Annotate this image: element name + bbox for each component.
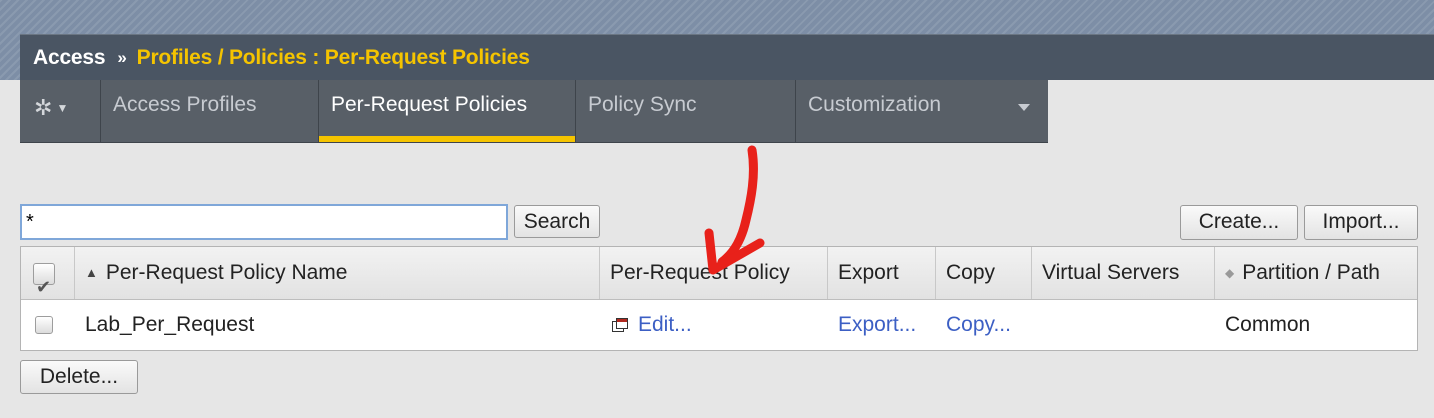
breadcrumb-current-page: Profiles / Policies : Per-Request Polici… [136,45,530,69]
edit-link[interactable]: Edit... [638,313,692,336]
chevron-down-icon: ▼ [56,101,69,115]
tab-label: Per-Request Policies [331,93,528,116]
select-all-checkbox[interactable]: ✔ [33,263,55,297]
select-all-cell: ✔ [21,247,75,299]
tab-access-profiles[interactable]: Access Profiles [100,80,318,142]
tab-label: Policy Sync [588,93,697,116]
column-header-label: Copy [946,261,996,284]
delete-button[interactable]: Delete... [20,360,138,394]
column-header-label: Export [838,261,899,284]
copy-link[interactable]: Copy... [936,300,1032,350]
column-header-label: Per-Request Policy [610,261,790,284]
import-button[interactable]: Import... [1304,205,1418,240]
table-header: ✔ ▲ Per-Request Policy Name Per-Request P… [21,247,1417,300]
row-checkbox[interactable] [35,316,53,334]
policy-name: Lab_Per_Request [85,313,255,336]
column-header-label: Per-Request Policy Name [105,261,348,284]
partition-value: Common [1225,313,1311,336]
column-header-policy: Per-Request Policy [600,247,828,299]
column-header-partition[interactable]: ◆ Partition / Path [1215,247,1417,299]
search-button[interactable]: Search [514,205,600,238]
breadcrumb-separator: » [117,47,127,67]
sort-icon: ◆ [1225,266,1235,280]
breadcrumb-root[interactable]: Access [33,46,106,70]
gear-icon: ✲ [34,95,53,120]
column-header-label: Partition / Path [1242,261,1380,284]
tab-label: Customization [808,93,942,116]
virtual-servers-value [1032,300,1215,350]
column-header-copy: Copy [936,247,1032,299]
policies-table: ✔ ▲ Per-Request Policy Name Per-Request P… [20,246,1418,351]
search-input[interactable] [20,204,508,240]
tab-per-request-policies[interactable]: Per-Request Policies [318,80,575,142]
edit-cell: Edit... [600,300,828,350]
column-header-label: Virtual Servers [1042,261,1180,284]
column-header-virtual-servers: Virtual Servers [1032,247,1215,299]
sort-ascending-icon: ▲ [85,265,98,280]
tab-policy-sync[interactable]: Policy Sync [575,80,795,142]
table-row: Lab_Per_Request Edit... Export... Copy..… [21,300,1417,350]
tab-customization[interactable]: Customization [795,80,1048,142]
chevron-down-icon[interactable] [1018,104,1030,111]
create-button[interactable]: Create... [1180,205,1298,240]
column-header-name[interactable]: ▲ Per-Request Policy Name [75,247,600,299]
tab-label: Access Profiles [113,93,257,116]
window-icon [612,318,628,332]
tab-bar: ✲ ▼ Access Profiles Per-Request Policies … [20,80,1048,143]
export-link[interactable]: Export... [828,300,936,350]
breadcrumb: Access » Profiles / Policies : Per-Reque… [20,34,1434,80]
gear-menu-tab[interactable]: ✲ ▼ [20,80,100,142]
column-header-export: Export [828,247,936,299]
